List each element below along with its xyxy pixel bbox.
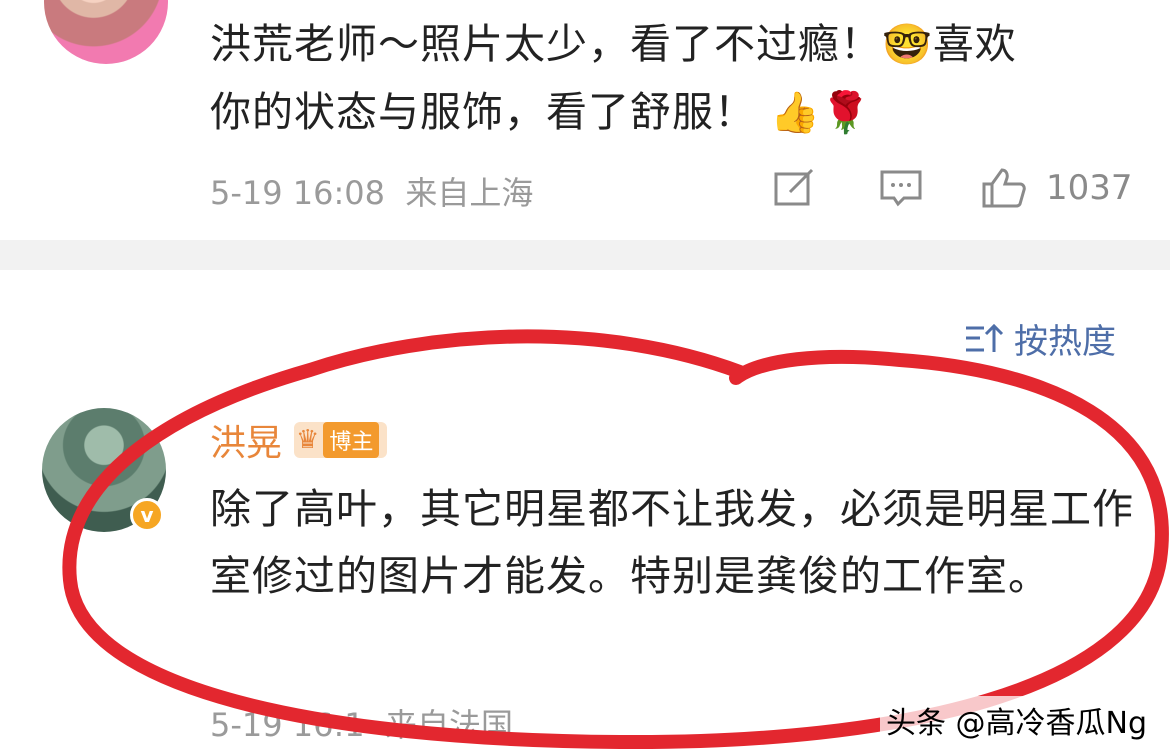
avatar[interactable]	[44, 0, 168, 64]
comment-meta: 5-19 16:08 来自上海	[210, 168, 533, 214]
nerd-face-emoji: 🤓	[882, 22, 933, 68]
sort-icon	[966, 323, 1004, 352]
comment-date: 5-19 16:1	[210, 706, 365, 744]
comment-location: 来自上海	[405, 174, 534, 212]
comment-text: 洪荒老师～照片太少，看了不过瘾！🤓喜欢 你的状态与服饰，看了舒服！ 👍🌹	[210, 20, 1017, 136]
author-name[interactable]: 洪晃	[210, 414, 282, 466]
comment-location: 来自法国	[385, 706, 514, 744]
watermark: 头条 @高冷香瓜Ng	[880, 696, 1154, 744]
verified-icon: v	[130, 498, 164, 532]
section-divider	[0, 240, 1170, 270]
like-count: 1037	[1046, 168, 1133, 208]
blogger-badge: ♛ 博主	[294, 422, 388, 458]
repost-icon[interactable]	[772, 168, 816, 215]
comment-date: 5-19 16:08	[210, 174, 386, 212]
author-row: 洪晃 ♛ 博主	[210, 414, 388, 466]
like-icon[interactable]	[980, 166, 1028, 217]
comment-text: 除了高叶，其它明星都不让我发，必须是明星工作室修过的图片才能发。特别是龚俊的工作…	[210, 485, 1134, 600]
sort-label: 按热度	[1014, 322, 1116, 362]
comment-meta: 5-19 16:1 来自法国	[210, 700, 513, 746]
badge-label: 博主	[323, 422, 380, 458]
comment-icon[interactable]	[878, 168, 924, 215]
sort-by-hot-button[interactable]: 按热度	[964, 314, 1116, 363]
thumbs-rose-emoji: 👍🌹	[770, 90, 872, 136]
crown-icon: ♛	[296, 425, 320, 455]
